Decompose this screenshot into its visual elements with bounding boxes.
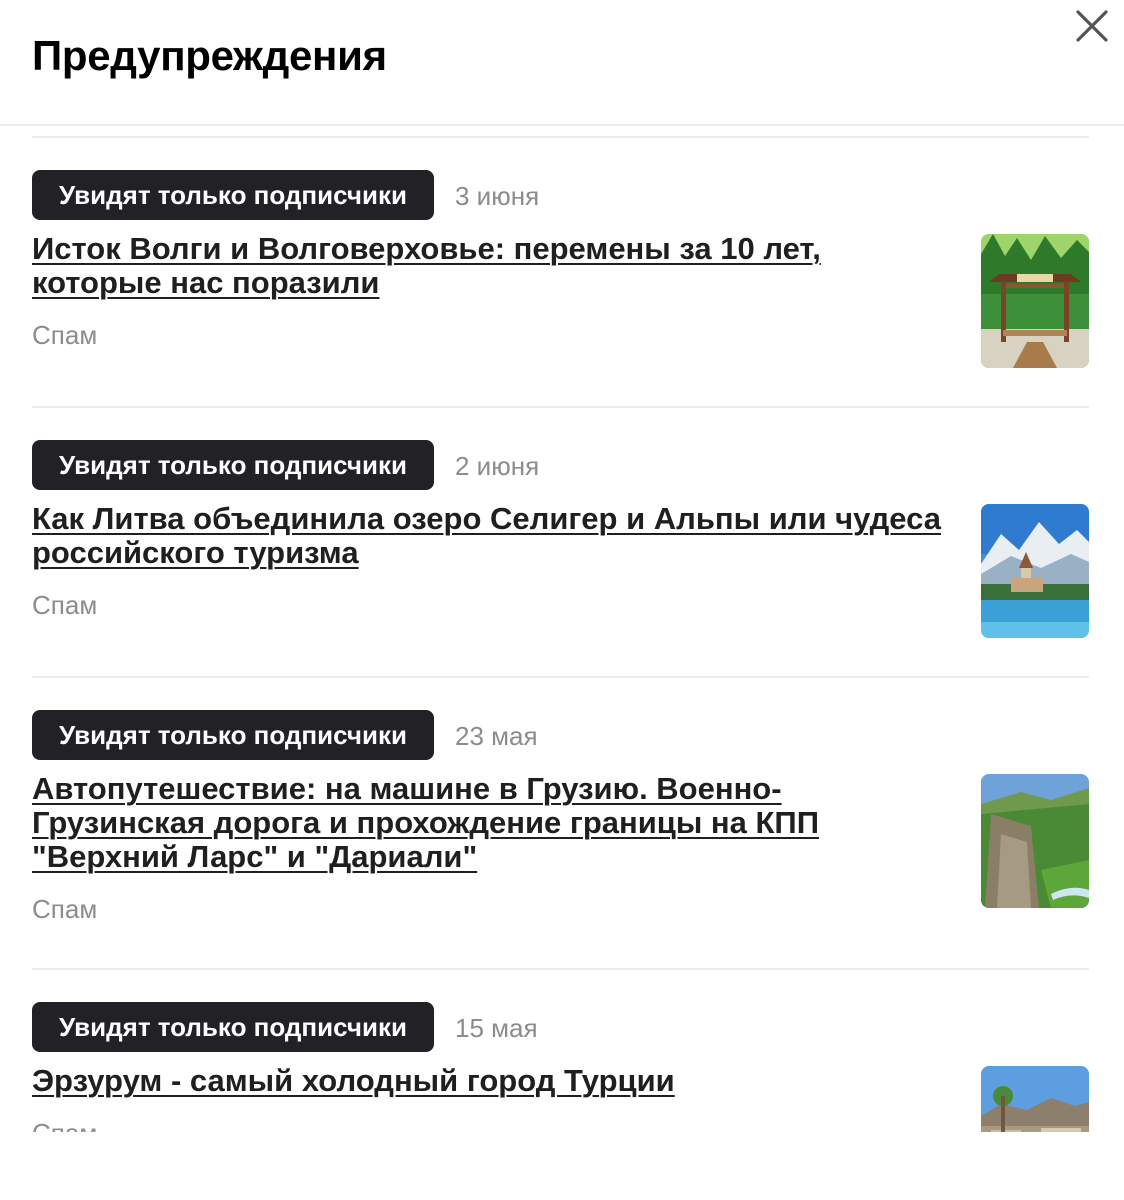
article-title-link[interactable]: Исток Волги и Волговерховье: перемены за… [32,232,952,300]
article-title-link[interactable]: Эрзурум - самый холодный город Турции [32,1064,952,1098]
article-thumbnail[interactable] [981,234,1089,368]
article-title-link[interactable]: Автопутешествие: на машине в Грузию. Вое… [32,772,952,874]
warnings-list[interactable]: Увидят только подписчики 3 июня Исток Во… [0,128,1124,1132]
article-title-link[interactable]: Как Литва объединила озеро Селигер и Аль… [32,502,952,570]
warning-date: 3 июня [455,181,540,211]
visibility-badge[interactable]: Увидят только подписчики [32,1002,434,1052]
dialog-header: Предупреждения [0,0,1124,126]
warning-reason: Спам [32,894,98,924]
article-thumbnail[interactable] [981,504,1089,638]
visibility-badge[interactable]: Увидят только подписчики [32,440,434,490]
visibility-badge[interactable]: Увидят только подписчики [32,170,434,220]
warnings-dialog: Предупреждения Увидят только подписчики … [0,0,1124,1200]
article-thumbnail[interactable] [981,774,1089,908]
warning-item: Увидят только подписчики 23 мая Автопуте… [32,676,1089,968]
warning-date: 23 мая [455,721,538,751]
article-thumbnail[interactable] [981,1066,1089,1132]
dialog-title: Предупреждения [32,32,387,79]
warning-reason: Спам [32,320,98,350]
warning-item: Увидят только подписчики 2 июня Как Литв… [32,406,1089,676]
warning-reason: Спам [32,590,98,620]
warning-date: 2 июня [455,451,540,481]
warning-item: Увидят только подписчики 15 мая Эрзурум … [32,968,1089,1132]
visibility-badge[interactable]: Увидят только подписчики [32,710,434,760]
close-icon[interactable] [1074,8,1110,44]
warning-item: Увидят только подписчики 3 июня Исток Во… [32,136,1089,406]
warning-date: 15 мая [455,1013,538,1043]
warning-reason: Спам [32,1116,97,1132]
